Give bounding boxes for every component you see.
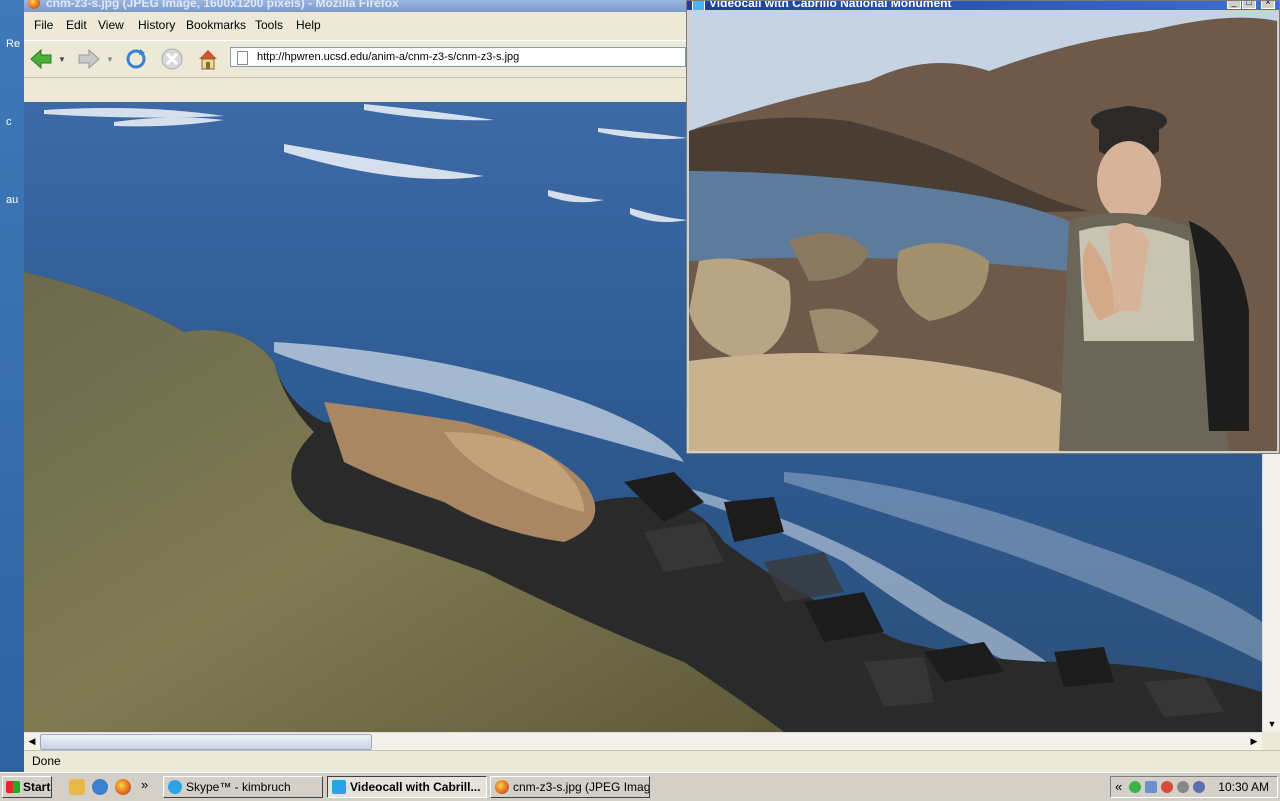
- taskbar-button-firefox[interactable]: cnm-z3-s.jpg (JPEG Imag...: [490, 776, 650, 798]
- skype-video-icon: [332, 780, 346, 794]
- navigation-toolbar: ▼ ▼ http://hpwren.ucsd.edu/anim-a/cnm-z3…: [24, 40, 688, 77]
- firefox-titlebar[interactable]: cnm-z3-s.jpg (JPEG Image, 1600x1200 pixe…: [24, 0, 688, 12]
- videocall-window: Videocall with Cabrillo National Monumen…: [686, 0, 1280, 454]
- firefox-icon: [495, 780, 509, 794]
- scroll-left-icon[interactable]: ◀: [24, 733, 40, 750]
- menu-bookmarks[interactable]: Bookmarks: [186, 18, 246, 32]
- taskbar-button-videocall[interactable]: Videocall with Cabrill...: [327, 776, 487, 798]
- clock[interactable]: 10:30 AM: [1218, 780, 1269, 794]
- quicklaunch-more-icon[interactable]: »: [141, 777, 148, 792]
- security-icon[interactable]: [1161, 781, 1173, 793]
- taskbar-button-label: Skype™ - kimbruch: [186, 780, 291, 794]
- bookmarks-toolbar: [24, 77, 688, 102]
- videocall-titlebar[interactable]: Videocall with Cabrillo National Monumen…: [687, 1, 1279, 10]
- scroll-right-icon[interactable]: ▶: [1246, 733, 1262, 750]
- volume-icon[interactable]: [1193, 781, 1205, 793]
- stop-icon[interactable]: [159, 46, 185, 72]
- windows-flag-icon: [6, 781, 20, 793]
- tray-expand-icon[interactable]: «: [1115, 779, 1122, 794]
- menu-tools[interactable]: Tools: [255, 18, 283, 32]
- skype-icon: [168, 780, 182, 794]
- page-icon: [237, 51, 248, 65]
- back-icon[interactable]: [28, 46, 54, 72]
- firefox-quicklaunch-icon[interactable]: [115, 779, 131, 795]
- close-icon[interactable]: ×: [1261, 1, 1275, 9]
- desktop: Re c au: [0, 0, 24, 772]
- internet-explorer-icon[interactable]: [92, 779, 108, 795]
- taskbar: Start » Skype™ - kimbruch Videocall with…: [0, 772, 1280, 801]
- firefox-icon: [28, 0, 40, 9]
- horizontal-scrollbar[interactable]: ◀ ▶: [24, 732, 1262, 750]
- start-button[interactable]: Start: [2, 776, 52, 798]
- menu-help[interactable]: Help: [296, 18, 321, 32]
- desktop-icon-label[interactable]: au: [6, 194, 18, 206]
- menu-view[interactable]: View: [98, 18, 124, 32]
- maximize-icon[interactable]: □: [1242, 1, 1256, 9]
- menu-file[interactable]: File: [34, 18, 53, 32]
- forward-icon[interactable]: [76, 46, 102, 72]
- horizontal-scroll-thumb[interactable]: [40, 734, 372, 750]
- videocall-title: Videocall with Cabrillo National Monumen…: [709, 1, 952, 10]
- skype-status-icon[interactable]: [1129, 781, 1141, 793]
- minimize-icon[interactable]: _: [1227, 1, 1241, 9]
- tray-app-icon[interactable]: [1177, 781, 1189, 793]
- system-tray: « 10:30 AM: [1110, 776, 1278, 798]
- desktop-icon-label[interactable]: c: [6, 116, 12, 128]
- ranger-video-frame: [689, 11, 1277, 451]
- menu-history[interactable]: History: [138, 18, 175, 32]
- skype-video-icon: [692, 1, 705, 10]
- reload-icon[interactable]: [123, 46, 149, 72]
- forward-history-dropdown-icon[interactable]: ▼: [104, 46, 116, 72]
- taskbar-button-label: Videocall with Cabrill...: [350, 780, 481, 794]
- taskbar-button-skype[interactable]: Skype™ - kimbruch: [163, 776, 323, 798]
- home-icon[interactable]: [195, 46, 221, 72]
- scroll-down-icon[interactable]: ▼: [1263, 716, 1280, 732]
- back-history-dropdown-icon[interactable]: ▼: [56, 46, 68, 72]
- video-feed: [689, 11, 1277, 451]
- start-label: Start: [23, 780, 51, 794]
- window-title: cnm-z3-s.jpg (JPEG Image, 1600x1200 pixe…: [46, 0, 399, 10]
- url-text: http://hpwren.ucsd.edu/anim-a/cnm-z3-s/c…: [257, 51, 520, 63]
- menu-edit[interactable]: Edit: [66, 18, 87, 32]
- network-icon[interactable]: [1145, 781, 1157, 793]
- desktop-icon-label[interactable]: Re: [6, 38, 20, 50]
- status-bar: Done: [24, 750, 1280, 773]
- show-desktop-icon[interactable]: [69, 779, 85, 795]
- menu-bar: File Edit View History Bookmarks Tools H…: [24, 14, 688, 38]
- url-bar[interactable]: http://hpwren.ucsd.edu/anim-a/cnm-z3-s/c…: [230, 47, 686, 67]
- status-text: Done: [32, 754, 61, 768]
- taskbar-button-label: cnm-z3-s.jpg (JPEG Imag...: [513, 780, 650, 794]
